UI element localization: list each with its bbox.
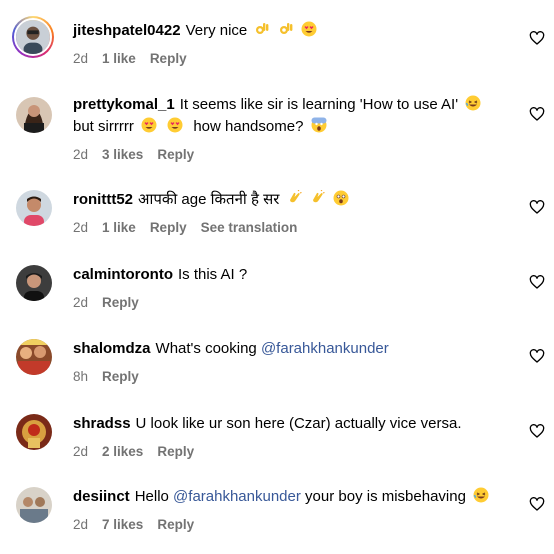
reply-button[interactable]: Reply	[150, 51, 187, 66]
comment-username[interactable]: ronittt52	[73, 191, 133, 208]
screaming-emoji	[311, 117, 327, 133]
reply-button[interactable]: Reply	[150, 220, 187, 235]
comment-likes[interactable]: 7 likes	[102, 517, 143, 532]
comment-time: 2d	[73, 295, 89, 310]
mention-link[interactable]: @farahkhankunder	[261, 340, 389, 357]
comment-time: 8h	[73, 369, 89, 384]
comment-text-prefix: Hello	[134, 488, 169, 505]
comment-likes[interactable]: 1 like	[102, 51, 136, 66]
comment-text-continued: but sirrrrr	[73, 118, 134, 135]
like-heart-icon[interactable]	[529, 30, 545, 46]
like-heart-icon[interactable]	[529, 496, 545, 512]
avatar[interactable]	[16, 97, 52, 133]
avatar[interactable]	[16, 265, 52, 301]
laughing-emoji	[473, 487, 489, 503]
avatar[interactable]	[16, 190, 52, 226]
comment-username[interactable]: shradss	[73, 415, 131, 432]
laughing-emoji	[465, 95, 481, 111]
like-heart-icon[interactable]	[529, 106, 545, 122]
like-heart-icon[interactable]	[529, 199, 545, 215]
like-heart-icon[interactable]	[529, 274, 545, 290]
comment-text: What's cooking	[155, 340, 257, 357]
comment-time: 2d	[73, 147, 89, 162]
comment-text: आपकी age कितनी है सर	[138, 191, 280, 208]
comment-text-end: how handsome?	[193, 118, 304, 135]
comment-likes[interactable]: 2 likes	[102, 444, 143, 459]
reply-button[interactable]: Reply	[157, 444, 194, 459]
reply-button[interactable]: Reply	[157, 517, 194, 532]
clapping-emoji	[287, 190, 303, 206]
comment-username[interactable]: desiinct	[73, 488, 130, 505]
heart-eyes-emoji	[167, 117, 183, 133]
like-heart-icon[interactable]	[529, 423, 545, 439]
comment-text: Very nice	[185, 22, 248, 39]
comment-time: 2d	[73, 51, 89, 66]
ok-hand-emoji	[254, 21, 270, 37]
comment-time: 2d	[73, 220, 89, 235]
surprised-emoji	[333, 190, 349, 206]
clapping-emoji	[310, 190, 326, 206]
comment-likes[interactable]: 3 likes	[102, 147, 143, 162]
avatar[interactable]	[12, 16, 54, 58]
reply-button[interactable]: Reply	[157, 147, 194, 162]
see-translation-button[interactable]: See translation	[201, 220, 298, 235]
comment-time: 2d	[73, 444, 89, 459]
ok-hand-emoji	[278, 21, 294, 37]
comment-text: your boy is misbehaving	[305, 488, 466, 505]
comment-text: It seems like sir is learning 'How to us…	[179, 96, 459, 113]
avatar[interactable]	[16, 339, 52, 375]
comment-username[interactable]: calmintoronto	[73, 266, 173, 283]
comment-likes[interactable]: 1 like	[102, 220, 136, 235]
heart-eyes-emoji	[141, 117, 157, 133]
avatar[interactable]	[16, 487, 52, 523]
comment-username[interactable]: prettykomal_1	[73, 96, 175, 113]
heart-eyes-emoji	[301, 21, 317, 37]
avatar[interactable]	[16, 414, 52, 450]
comment-text: Is this AI ?	[178, 266, 248, 283]
comment-username[interactable]: jiteshpatel0422	[73, 22, 181, 39]
comment-text: U look like ur son here (Czar) actually …	[135, 415, 462, 432]
mention-link[interactable]: @farahkhankunder	[173, 488, 301, 505]
like-heart-icon[interactable]	[529, 348, 545, 364]
reply-button[interactable]: Reply	[102, 295, 139, 310]
comment-time: 2d	[73, 517, 89, 532]
comment-username[interactable]: shalomdza	[73, 340, 151, 357]
reply-button[interactable]: Reply	[102, 369, 139, 384]
